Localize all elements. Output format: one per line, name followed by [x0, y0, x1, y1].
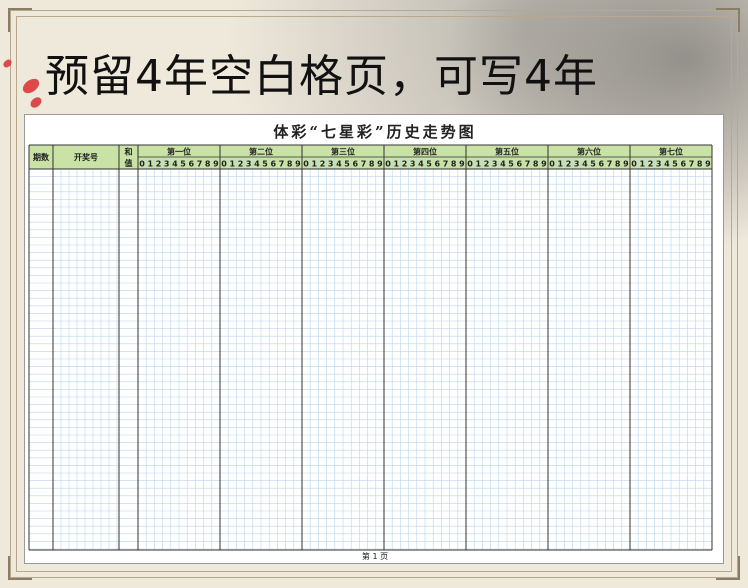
digit-label: 2	[648, 160, 654, 169]
digit-label: 7	[607, 160, 613, 169]
digit-label: 5	[590, 160, 596, 169]
digit-label: 8	[451, 160, 457, 169]
digit-label: 4	[664, 160, 670, 169]
digit-label: 9	[459, 160, 465, 169]
digit-label: 3	[492, 160, 498, 169]
digit-label: 6	[599, 160, 605, 169]
digit-label: 1	[558, 160, 564, 169]
corner-ornament-top-left	[8, 8, 32, 32]
digit-label: 1	[148, 160, 154, 169]
position-header-6: 第六位	[577, 147, 601, 157]
digit-label: 8	[205, 160, 211, 169]
page-footer: 第 1 页	[361, 552, 389, 561]
digit-label: 5	[508, 160, 514, 169]
digit-label: 8	[697, 160, 703, 169]
digit-label: 8	[533, 160, 539, 169]
digit-label: 6	[189, 160, 195, 169]
digit-label: 2	[320, 160, 326, 169]
digit-label: 7	[443, 160, 449, 169]
digit-label: 2	[402, 160, 408, 169]
period-header: 期数	[33, 152, 50, 162]
digit-label: 5	[672, 160, 678, 169]
digit-label: 2	[238, 160, 244, 169]
digit-label: 9	[541, 160, 547, 169]
digit-label: 9	[705, 160, 711, 169]
digit-label: 2	[484, 160, 490, 169]
digit-label: 3	[574, 160, 580, 169]
digit-label: 1	[476, 160, 482, 169]
digit-label: 7	[361, 160, 367, 169]
digit-label: 4	[254, 160, 260, 169]
position-header-7: 第七位	[659, 147, 683, 157]
digit-label: 2	[566, 160, 572, 169]
banner-heading: 预留4年空白格页，可写4年	[45, 51, 598, 102]
digit-label: 6	[435, 160, 441, 169]
digit-label: 9	[213, 160, 219, 169]
digit-label: 1	[394, 160, 400, 169]
digit-label: 6	[517, 160, 523, 169]
digit-label: 3	[656, 160, 662, 169]
digit-label: 1	[312, 160, 318, 169]
digit-label: 9	[295, 160, 301, 169]
trend-grid-table: 第一位0 1 2 3 4 5 6 7 8 9第二位0 1 2 3 4 5 6 7 8 9第三位0 1 2 3 4 5 6 7 8 9第…	[28, 144, 713, 551]
digit-label: 9	[623, 160, 629, 169]
corner-ornament-top-right	[716, 8, 740, 32]
digit-label: 8	[615, 160, 621, 169]
digit-label: 1	[230, 160, 236, 169]
digit-label: 3	[246, 160, 252, 169]
digit-label: 3	[328, 160, 334, 169]
digit-label: 3	[410, 160, 416, 169]
digit-label: 4	[172, 160, 178, 169]
digit-label: 5	[180, 160, 186, 169]
digit-label: 4	[336, 160, 342, 169]
digit-label: 6	[271, 160, 277, 169]
digit-label: 3	[164, 160, 170, 169]
digit-label: 0	[549, 160, 555, 169]
digit-label: 7	[689, 160, 695, 169]
position-header-2: 第二位	[249, 147, 273, 157]
digit-label: 0	[221, 160, 227, 169]
digit-label: 6	[353, 160, 359, 169]
digit-label: 0	[467, 160, 473, 169]
position-header-4: 第四位	[413, 147, 437, 157]
sum-header-top: 和	[125, 147, 133, 157]
digit-label: 5	[262, 160, 268, 169]
digit-label: 7	[525, 160, 531, 169]
digit-label: 9	[377, 160, 383, 169]
digit-label: 7	[197, 160, 203, 169]
digit-label: 7	[279, 160, 285, 169]
digit-label: 5	[426, 160, 432, 169]
digit-label: 4	[500, 160, 506, 169]
digit-label: 8	[287, 160, 293, 169]
position-header-5: 第五位	[495, 147, 519, 157]
digit-label: 2	[156, 160, 162, 169]
digit-label: 1	[640, 160, 646, 169]
digit-label: 5	[344, 160, 350, 169]
chart-sheet: 体彩“七星彩”历史走势图 第一位 0 1 2 3 4 5 6 7 8 9 第二位 0 1 2 3 4 5 6 7 8 9 第…	[24, 114, 724, 564]
digit-label: 4	[418, 160, 424, 169]
position-header-3: 第三位	[331, 147, 355, 157]
digit-label: 4	[582, 160, 588, 169]
sum-header-bottom: 值	[125, 158, 133, 168]
position-header-1: 第一位	[167, 147, 191, 157]
digit-label: 0	[631, 160, 637, 169]
digit-label: 0	[385, 160, 391, 169]
draw-number-header: 开奖号	[74, 152, 98, 162]
digit-label: 0	[303, 160, 309, 169]
digit-label: 0	[139, 160, 145, 169]
digit-label: 8	[369, 160, 375, 169]
digit-label: 6	[681, 160, 687, 169]
